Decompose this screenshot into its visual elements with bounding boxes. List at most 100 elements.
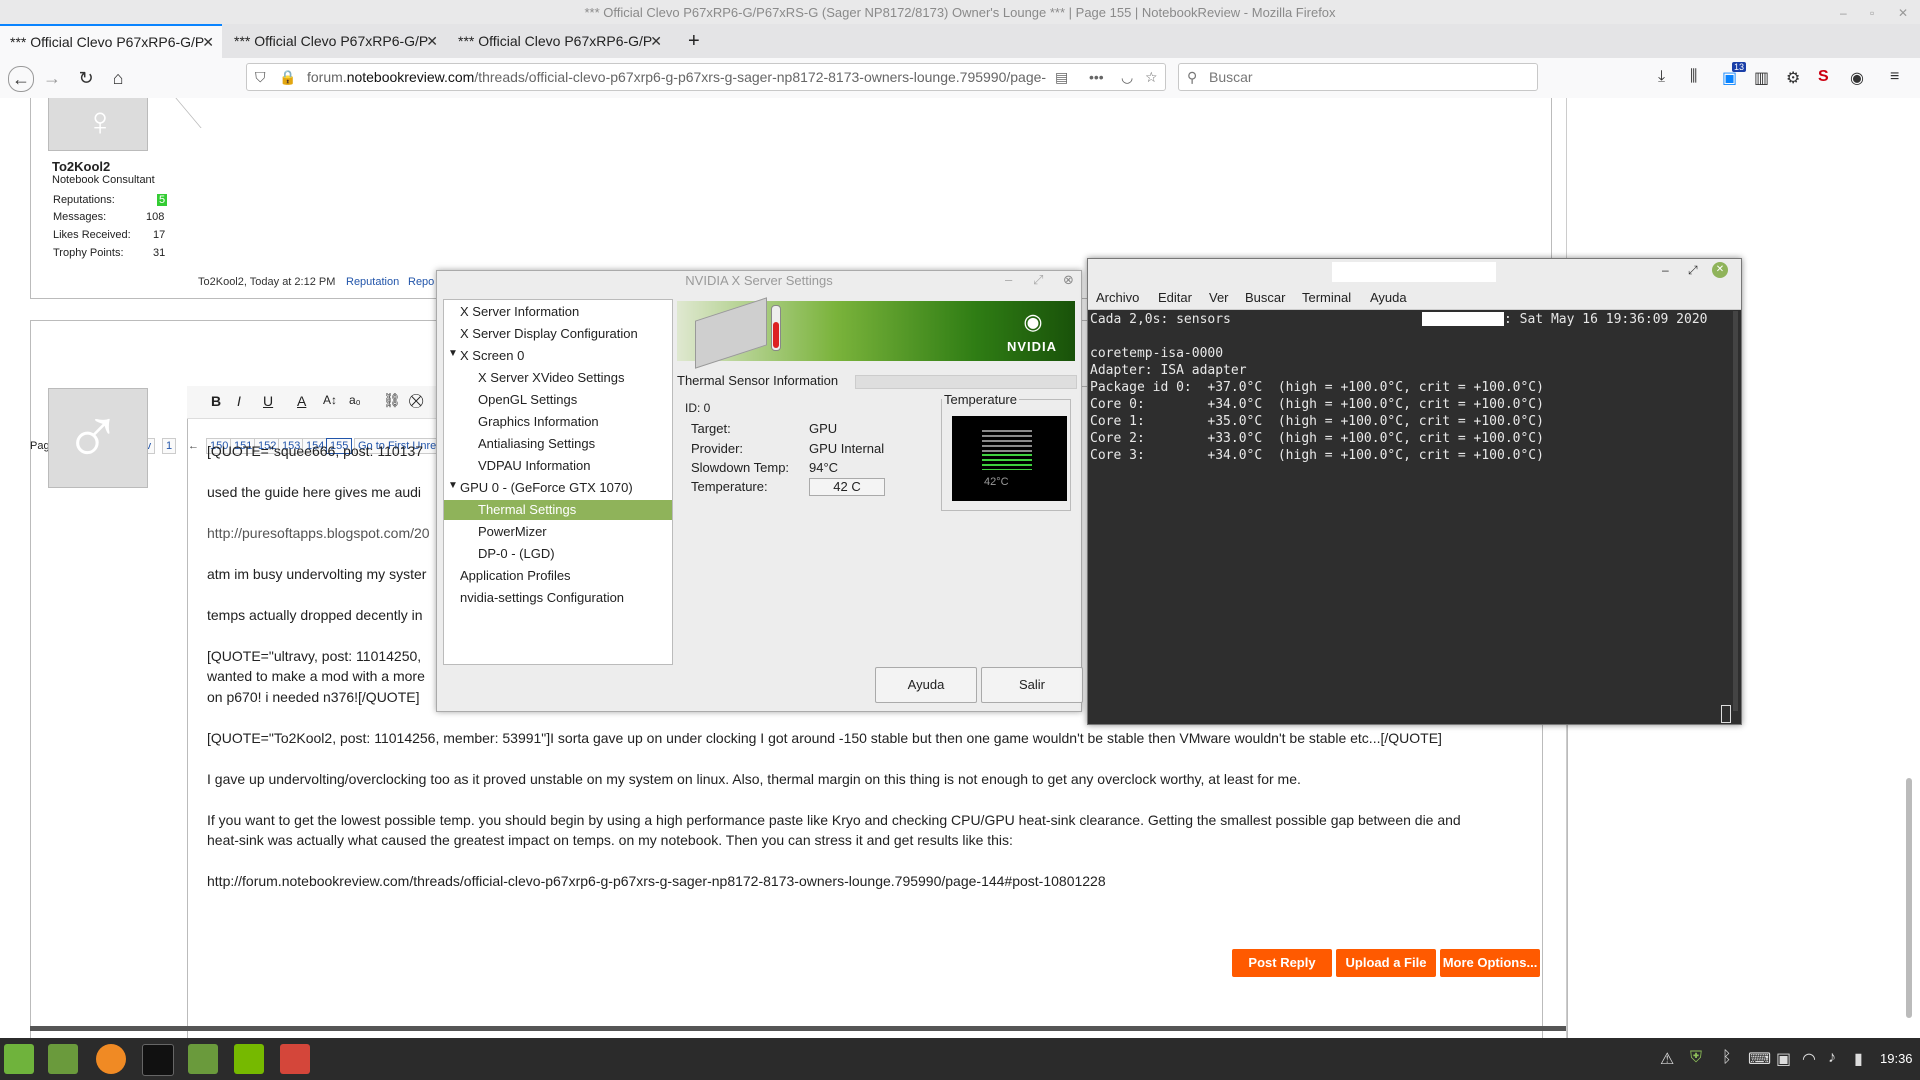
more-options-button[interactable]: More Options... — [1440, 949, 1540, 977]
tree-item-vdpau[interactable]: VDPAU Information — [478, 458, 590, 473]
close-icon[interactable]: ✕ — [1712, 262, 1728, 278]
maximize-icon[interactable]: ▫ — [1870, 0, 1874, 26]
tree-item-app-profiles[interactable]: Application Profiles — [460, 568, 571, 583]
reload-button[interactable]: ↻ — [74, 66, 98, 90]
menu-icon[interactable]: ≡ — [1890, 68, 1899, 86]
menu-terminal[interactable]: Terminal — [1302, 287, 1351, 309]
s-extension-icon[interactable]: S — [1818, 68, 1829, 86]
library-icon[interactable]: ⫼ — [1690, 68, 1697, 86]
files-icon[interactable] — [48, 1044, 78, 1074]
page-scrollbar[interactable] — [1906, 778, 1912, 1018]
quit-button[interactable]: Salir — [981, 667, 1083, 703]
bookmark-star-icon[interactable]: ☆ — [1145, 64, 1158, 90]
volume-icon[interactable]: ♪ — [1828, 1049, 1836, 1067]
downloads-icon[interactable]: ⤓ — [1658, 68, 1665, 86]
tab-thread-3[interactable]: *** Official Clevo P67xRP6-G/P ✕ — [448, 24, 670, 58]
close-tab-icon[interactable]: ✕ — [202, 26, 214, 58]
mint-menu-icon[interactable] — [4, 1044, 34, 1074]
report-link[interactable]: Repo — [408, 276, 434, 288]
bluetooth-icon[interactable]: ᛒ — [1722, 1049, 1732, 1067]
new-tab-button[interactable]: + — [678, 24, 708, 58]
minimize-icon[interactable]: ‒ — [1840, 0, 1847, 26]
username[interactable]: To2Kool2 — [52, 159, 110, 174]
underline-button[interactable]: U — [263, 393, 273, 409]
close-icon[interactable]: ⊗ — [1063, 272, 1074, 288]
battery-icon[interactable]: ▮ — [1854, 1049, 1863, 1069]
reader-view-icon[interactable]: ▤ — [1055, 64, 1068, 90]
tree-item-x-server-info[interactable]: X Server Information — [460, 304, 579, 319]
terminal-output[interactable]: Cada 2,0s: sensors : Sat May 16 19:36:09… — [1088, 311, 1728, 711]
bold-button[interactable]: B — [211, 393, 221, 409]
close-tab-icon[interactable]: ✕ — [650, 24, 662, 58]
link-icon[interactable]: ⛓ — [383, 392, 401, 409]
italic-button[interactable]: I — [237, 393, 241, 409]
clock[interactable]: 19:36 — [1880, 1051, 1913, 1066]
help-button[interactable]: Ayuda — [875, 667, 977, 703]
tree-item-x-screen-0[interactable]: X Screen 0 — [460, 348, 524, 363]
my-avatar[interactable]: ♂ — [48, 388, 148, 488]
maximize-icon[interactable]: ⤢ — [1688, 263, 1698, 278]
url-text: forum.notebookreview.com/threads/officia… — [307, 69, 1047, 85]
font-family-button[interactable]: a₀ — [349, 393, 361, 407]
unlink-icon[interactable]: ⛒ — [409, 392, 423, 409]
reputation-link[interactable]: Reputation — [346, 276, 399, 288]
reply-line: used the guide here gives me audi — [207, 484, 422, 500]
shield-icon[interactable]: ⛉ — [255, 64, 266, 90]
menu-ver[interactable]: Ver — [1209, 287, 1229, 309]
text-color-button[interactable]: A — [297, 393, 306, 409]
minimize-icon[interactable]: ‒ — [1005, 272, 1012, 287]
firefox-icon[interactable] — [96, 1044, 126, 1074]
tree-item-gpu-0[interactable]: GPU 0 - (GeForce GTX 1070) — [460, 480, 633, 495]
menu-archivo[interactable]: Archivo — [1096, 287, 1139, 309]
font-size-button[interactable]: A↕ — [323, 393, 337, 407]
warning-icon[interactable]: ⚠ — [1660, 1049, 1674, 1069]
minimize-icon[interactable]: ‒ — [1662, 263, 1669, 277]
tree-item-graphics-info[interactable]: Graphics Information — [478, 414, 599, 429]
tab-thread-2[interactable]: *** Official Clevo P67xRP6-G/P ✕ — [224, 24, 446, 58]
upload-file-button[interactable]: Upload a File — [1336, 949, 1436, 977]
terminal-scrollbar[interactable] — [1733, 311, 1738, 711]
account-icon[interactable]: ◉ — [1850, 68, 1864, 88]
notification-badge: 13 — [1732, 62, 1747, 72]
post-reply-button[interactable]: Post Reply — [1232, 949, 1332, 977]
search-input[interactable]: ⚲ Buscar — [1178, 63, 1538, 91]
home-button[interactable]: ⌂ — [106, 66, 130, 90]
page-1-button[interactable]: 1 — [162, 438, 177, 454]
page-actions-icon[interactable]: ••• — [1089, 64, 1104, 90]
url-bar[interactable]: ⛉ 🔒 forum.notebookreview.com/threads/off… — [246, 63, 1166, 91]
tree-item-antialiasing[interactable]: Antialiasing Settings — [478, 436, 595, 451]
expand-icon[interactable]: ▼ — [448, 348, 458, 359]
avatar[interactable]: ♀ — [48, 98, 148, 151]
tree-item-powermizer[interactable]: PowerMizer — [478, 524, 547, 539]
close-icon[interactable]: ✕ — [1898, 0, 1908, 26]
folder-icon[interactable] — [188, 1044, 218, 1074]
screenshot-tool-icon[interactable] — [280, 1044, 310, 1074]
close-tab-icon[interactable]: ✕ — [426, 24, 438, 58]
tree-item-dp-0[interactable]: DP-0 - (LGD) — [478, 546, 555, 561]
stat-value: 108 — [146, 211, 165, 223]
forward-button[interactable]: → — [40, 66, 64, 90]
display-icon[interactable]: ▣ — [1776, 1049, 1791, 1069]
tree-item-xvideo[interactable]: X Server XVideo Settings — [478, 370, 624, 385]
stat-label: Messages: — [53, 211, 107, 223]
expand-icon[interactable]: ▼ — [448, 480, 458, 491]
extension-gear-icon[interactable]: ⚙ — [1786, 68, 1800, 88]
tab-thread-1[interactable]: *** Official Clevo P67xRP6-G/P ✕ — [0, 24, 222, 58]
menu-buscar[interactable]: Buscar — [1245, 287, 1285, 309]
insecure-lock-icon[interactable]: 🔒 — [279, 64, 296, 90]
wifi-icon[interactable]: ◠ — [1802, 1049, 1816, 1069]
sidebar-icon[interactable]: ▥ — [1754, 68, 1769, 88]
tree-item-opengl[interactable]: OpenGL Settings — [478, 392, 577, 407]
shield-update-icon[interactable]: ⛨ — [1690, 1049, 1702, 1067]
terminal-icon[interactable] — [142, 1044, 174, 1076]
back-button[interactable]: ← — [8, 66, 34, 92]
tree-item-thermal-settings[interactable]: Thermal Settings — [444, 500, 672, 520]
menu-ayuda[interactable]: Ayuda — [1370, 287, 1407, 309]
maximize-icon[interactable]: ⤢ — [1033, 272, 1043, 288]
tree-item-display-config[interactable]: X Server Display Configuration — [460, 326, 638, 341]
keyboard-icon[interactable]: ⌨ — [1748, 1049, 1771, 1069]
tree-item-nvidia-settings-config[interactable]: nvidia-settings Configuration — [460, 590, 624, 605]
menu-editar[interactable]: Editar — [1158, 287, 1192, 309]
pocket-icon[interactable]: ◡ — [1121, 64, 1133, 90]
nvidia-settings-icon[interactable] — [234, 1044, 264, 1074]
